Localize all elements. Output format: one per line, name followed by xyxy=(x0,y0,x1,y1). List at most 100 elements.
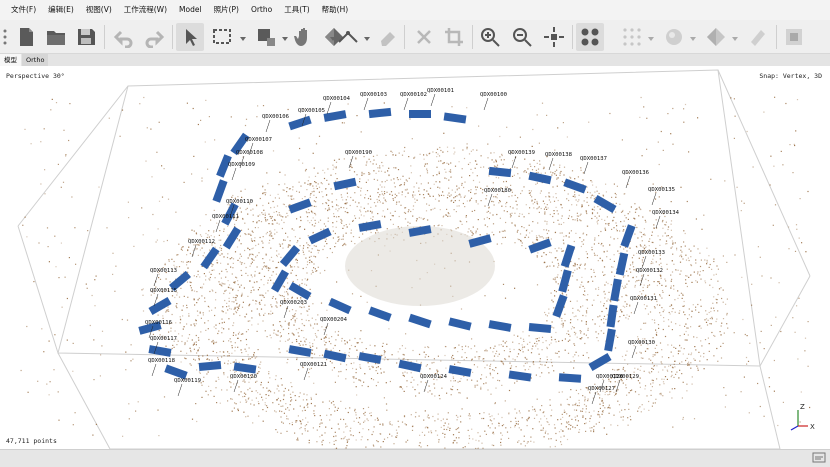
camera-marker[interactable] xyxy=(333,177,357,191)
camera-marker[interactable] xyxy=(398,359,422,373)
menu-tools[interactable]: 工具(T) xyxy=(278,0,315,20)
toolbar-grip-icon[interactable] xyxy=(0,23,10,51)
camera-marker[interactable] xyxy=(560,244,576,268)
camera-marker[interactable] xyxy=(288,115,312,131)
status-bar xyxy=(0,449,830,467)
axis-x-label: X xyxy=(810,423,815,431)
camera-marker[interactable] xyxy=(488,166,512,178)
menu-ortho[interactable]: Ortho xyxy=(245,0,278,20)
camera-marker[interactable] xyxy=(288,198,312,214)
camera-marker[interactable] xyxy=(148,297,172,315)
point-cloud-scene[interactable]: QDX00100 QDX00101QDX00102 QDX00103 QDX00104… xyxy=(0,66,830,449)
camera-marker[interactable] xyxy=(233,362,257,374)
camera-marker[interactable] xyxy=(328,297,352,315)
camera-marker[interactable] xyxy=(368,107,392,119)
menu-photos[interactable]: 照片(P) xyxy=(208,0,245,20)
snap-label: Snap: Vertex, 3D xyxy=(759,72,822,80)
camera-marker[interactable] xyxy=(563,178,587,194)
camera-label: QDX00106 xyxy=(262,114,289,120)
chevron-down-icon[interactable] xyxy=(690,36,696,42)
camera-label: QDX00203 xyxy=(280,300,307,306)
camera-marker[interactable] xyxy=(448,365,472,377)
chevron-down-icon[interactable] xyxy=(364,36,370,42)
camera-marker[interactable] xyxy=(271,269,289,293)
camera-marker[interactable] xyxy=(488,320,512,332)
menu-file[interactable]: 文件(F) xyxy=(5,0,42,20)
camera-marker[interactable] xyxy=(323,349,347,363)
camera-marker[interactable] xyxy=(528,171,552,185)
camera-marker[interactable] xyxy=(606,304,618,328)
camera-marker[interactable] xyxy=(558,373,582,383)
menu-help[interactable]: 帮助(H) xyxy=(316,0,355,20)
camera-label: QDX00117 xyxy=(150,336,177,342)
reset-view-icon[interactable] xyxy=(540,23,568,51)
menu-workflow[interactable]: 工作流程(W) xyxy=(118,0,173,20)
camera-marker[interactable] xyxy=(588,353,612,371)
redo-icon[interactable] xyxy=(140,23,168,51)
camera-marker[interactable] xyxy=(604,328,616,352)
dense-cloud-icon[interactable] xyxy=(618,23,646,51)
crop-selection-icon[interactable] xyxy=(440,23,468,51)
menu-model[interactable]: Model xyxy=(173,0,208,20)
camera-marker[interactable] xyxy=(448,317,472,331)
camera-marker[interactable] xyxy=(368,306,392,322)
camera-marker[interactable] xyxy=(528,323,552,333)
camera-label: QDX00134 xyxy=(652,210,680,216)
image-view-icon[interactable] xyxy=(780,23,808,51)
axis-gizmo: Z X xyxy=(790,403,815,431)
camera-marker[interactable] xyxy=(198,361,222,371)
camera-marker[interactable] xyxy=(508,370,532,382)
camera-label: QDX00105 xyxy=(298,108,325,114)
resize-region-icon[interactable] xyxy=(252,23,280,51)
eraser-icon[interactable] xyxy=(374,23,402,51)
new-project-icon[interactable] xyxy=(12,23,40,51)
zoom-out-icon[interactable] xyxy=(508,23,536,51)
camera-marker[interactable] xyxy=(408,313,432,329)
camera-label: QDX00109 xyxy=(228,162,255,168)
camera-marker[interactable] xyxy=(288,345,312,357)
hand-tool-icon[interactable] xyxy=(290,23,318,51)
undo-icon[interactable] xyxy=(110,23,138,51)
model-viewport[interactable]: QDX00100 QDX00101 QDX00102 QDX00103 QDX00104… xyxy=(0,66,830,449)
chevron-down-icon[interactable] xyxy=(648,36,654,42)
camera-marker[interactable] xyxy=(610,278,622,302)
camera-label: QDX00120 xyxy=(230,374,257,380)
camera-label: QDX00190 xyxy=(345,150,372,156)
axis-z-label: Z xyxy=(800,403,805,411)
open-project-icon[interactable] xyxy=(42,23,70,51)
camera-label: QDX00136 xyxy=(622,170,649,176)
camera-marker[interactable] xyxy=(308,227,332,245)
camera-label: QDX00133 xyxy=(638,250,665,256)
camera-marker[interactable] xyxy=(558,269,572,293)
ruler-tool-icon[interactable] xyxy=(334,23,362,51)
camera-marker[interactable] xyxy=(409,110,431,118)
chevron-down-icon[interactable] xyxy=(240,36,246,42)
delete-selection-icon[interactable] xyxy=(410,23,438,51)
app-window: 文件(F) 编辑(E) 视图(V) 工作流程(W) Model 照片(P) Or… xyxy=(0,0,830,467)
save-project-icon[interactable] xyxy=(72,23,100,51)
rectangle-selection-icon[interactable] xyxy=(208,23,236,51)
camera-marker[interactable] xyxy=(222,226,242,250)
chevron-down-icon[interactable] xyxy=(282,36,288,42)
toolbar-separator xyxy=(404,25,405,49)
camera-marker[interactable] xyxy=(323,110,347,122)
camera-marker[interactable] xyxy=(358,352,382,364)
tiled-model-icon[interactable] xyxy=(702,23,730,51)
zoom-in-icon[interactable] xyxy=(476,23,504,51)
tab-model[interactable]: 模型 xyxy=(0,54,21,66)
camera-marker[interactable] xyxy=(620,224,636,248)
camera-marker[interactable] xyxy=(528,238,552,254)
chevron-down-icon[interactable] xyxy=(732,36,738,42)
camera-label: QDX00112 xyxy=(188,239,215,245)
menu-view[interactable]: 视图(V) xyxy=(80,0,118,20)
menu-edit[interactable]: 编辑(E) xyxy=(42,0,80,20)
tab-ortho[interactable]: Ortho xyxy=(22,54,49,66)
camera-marker[interactable] xyxy=(443,112,467,124)
show-cameras-icon[interactable] xyxy=(576,23,604,51)
console-icon[interactable] xyxy=(812,452,826,464)
shapes-icon[interactable] xyxy=(744,23,772,51)
camera-label: QDX00116 xyxy=(145,320,172,326)
model-shaded-icon[interactable] xyxy=(660,23,688,51)
navigation-cursor-icon[interactable] xyxy=(176,23,204,51)
camera-marker[interactable] xyxy=(615,252,629,276)
